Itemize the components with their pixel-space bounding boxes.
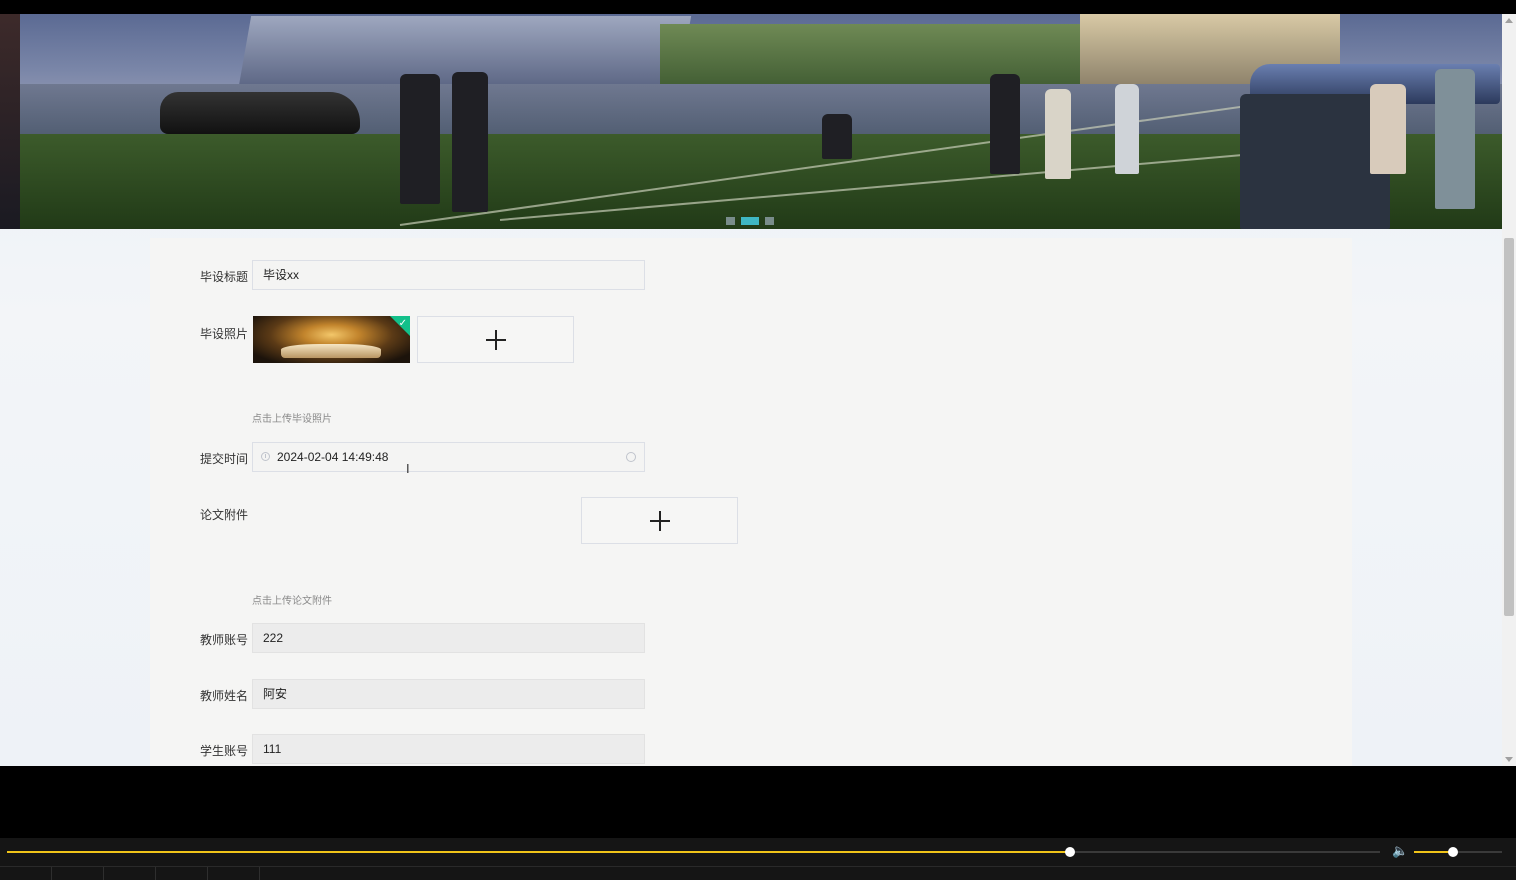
teacher-name-input[interactable]: 阿安	[252, 679, 645, 709]
submit-time-picker[interactable]: 2024-02-04 14:49:48	[252, 442, 645, 472]
video-player-controls: 🔈	[0, 838, 1516, 880]
banner-edge	[0, 14, 20, 229]
plus-icon	[485, 329, 506, 350]
player-button-bar	[0, 866, 1516, 880]
banner-person	[1435, 69, 1475, 209]
scroll-down-icon[interactable]	[1505, 757, 1513, 762]
carousel-indicators	[726, 216, 774, 226]
banner-person	[452, 72, 488, 212]
attachment-upload-hint: 点击上传论文附件	[252, 596, 332, 607]
attachment-label: 论文附件	[200, 508, 249, 522]
carousel-dot-active[interactable]	[741, 217, 759, 225]
page-scrollbar[interactable]	[1502, 14, 1516, 766]
carousel-dot[interactable]	[765, 217, 774, 225]
text-cursor-icon: I	[406, 461, 410, 476]
photo-upload-button[interactable]	[417, 316, 574, 363]
player-button[interactable]	[52, 867, 104, 880]
title-input[interactable]: 毕设xx	[252, 260, 645, 290]
banner-car	[160, 92, 360, 134]
banner-carousel[interactable]	[0, 14, 1502, 229]
banner-person	[1045, 89, 1071, 179]
banner-person	[400, 74, 440, 204]
player-button[interactable]	[156, 867, 208, 880]
teacher-account-input[interactable]: 222	[252, 623, 645, 653]
photo-upload-hint: 点击上传毕设照片	[252, 414, 332, 425]
banner-person	[1115, 84, 1139, 174]
check-icon: ✓	[398, 318, 407, 329]
attachment-upload-button[interactable]	[581, 497, 738, 544]
seek-bar-fill	[7, 851, 1070, 853]
circle-close-icon[interactable]	[626, 452, 636, 462]
seek-bar[interactable]	[7, 847, 1380, 857]
submit-time-value: 2024-02-04 14:49:48	[277, 450, 389, 464]
scroll-up-icon[interactable]	[1505, 18, 1513, 23]
speaker-icon[interactable]: 🔈	[1392, 844, 1408, 858]
banner-person	[990, 74, 1020, 174]
scrollbar-thumb[interactable]	[1504, 238, 1514, 616]
web-page: 毕设标题 毕设xx 毕设照片 ✓ 点击上传毕设照片 提交时间 2024-02-0…	[0, 14, 1502, 766]
volume-slider-knob[interactable]	[1447, 847, 1458, 857]
seek-bar-knob[interactable]	[1064, 847, 1075, 857]
student-account-input[interactable]: 111	[252, 734, 645, 764]
volume-slider[interactable]	[1414, 847, 1502, 857]
screen: 毕设标题 毕设xx 毕设照片 ✓ 点击上传毕设照片 提交时间 2024-02-0…	[0, 0, 1516, 880]
banner-person	[1370, 84, 1406, 174]
plus-icon	[649, 510, 670, 531]
banner-person	[822, 114, 852, 159]
clock-icon	[261, 452, 270, 461]
volume-slider-fill	[1414, 851, 1453, 853]
player-button[interactable]	[104, 867, 156, 880]
player-button[interactable]	[208, 867, 260, 880]
carousel-dot[interactable]	[726, 217, 735, 225]
form-panel: 毕设标题 毕设xx 毕设照片 ✓ 点击上传毕设照片 提交时间 2024-02-0…	[150, 238, 1352, 766]
player-button[interactable]	[0, 867, 52, 880]
photo-thumbnail[interactable]: ✓	[253, 316, 410, 363]
banner-person	[1240, 94, 1390, 229]
thumbnail-book-image	[281, 344, 381, 358]
